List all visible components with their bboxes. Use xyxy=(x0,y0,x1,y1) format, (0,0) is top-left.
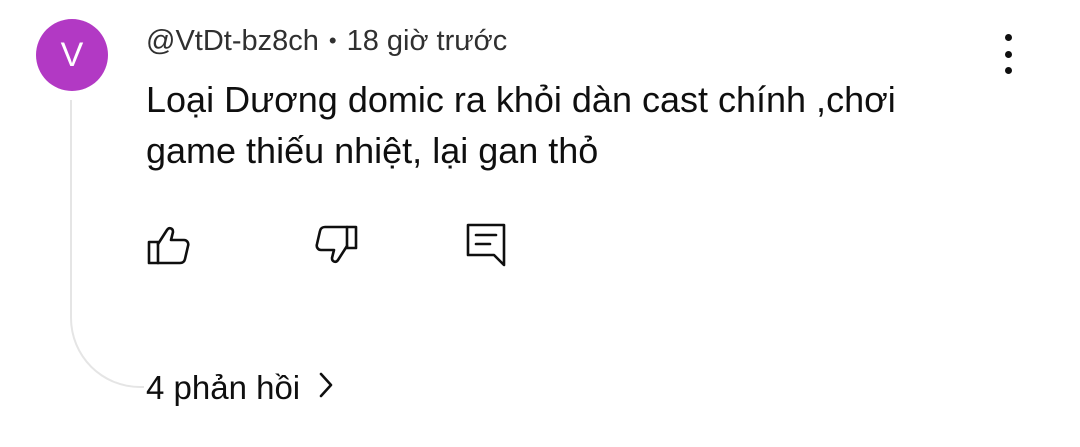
menu-dot xyxy=(1004,67,1012,74)
like-button[interactable] xyxy=(146,222,192,268)
avatar[interactable]: V xyxy=(36,19,108,91)
author-handle[interactable]: @VtDt-bz8ch xyxy=(146,25,319,57)
menu-dot xyxy=(1004,34,1012,41)
avatar-letter: V xyxy=(60,36,84,74)
meta-separator: • xyxy=(328,28,337,53)
thread-connector-line xyxy=(70,100,144,388)
comment-meta: @VtDt-bz8ch • 18 giờ trước xyxy=(146,22,507,60)
comment-timestamp: 18 giờ trước xyxy=(346,25,508,57)
reply-button[interactable] xyxy=(464,222,510,268)
reply-comment-icon xyxy=(466,223,506,267)
comment-text: Loại Dương domic ra khỏi dàn cast chính … xyxy=(146,79,896,171)
dislike-button[interactable] xyxy=(313,222,359,268)
thumb-up-icon xyxy=(147,226,190,265)
replies-count-label: 4 phản hồi xyxy=(146,369,301,406)
more-vertical-icon[interactable] xyxy=(988,32,1028,76)
menu-dot xyxy=(1004,50,1012,58)
chevron-right-icon xyxy=(318,366,334,410)
thumb-down-icon xyxy=(315,225,358,264)
view-replies-button[interactable]: 4 phản hồi xyxy=(146,366,334,410)
